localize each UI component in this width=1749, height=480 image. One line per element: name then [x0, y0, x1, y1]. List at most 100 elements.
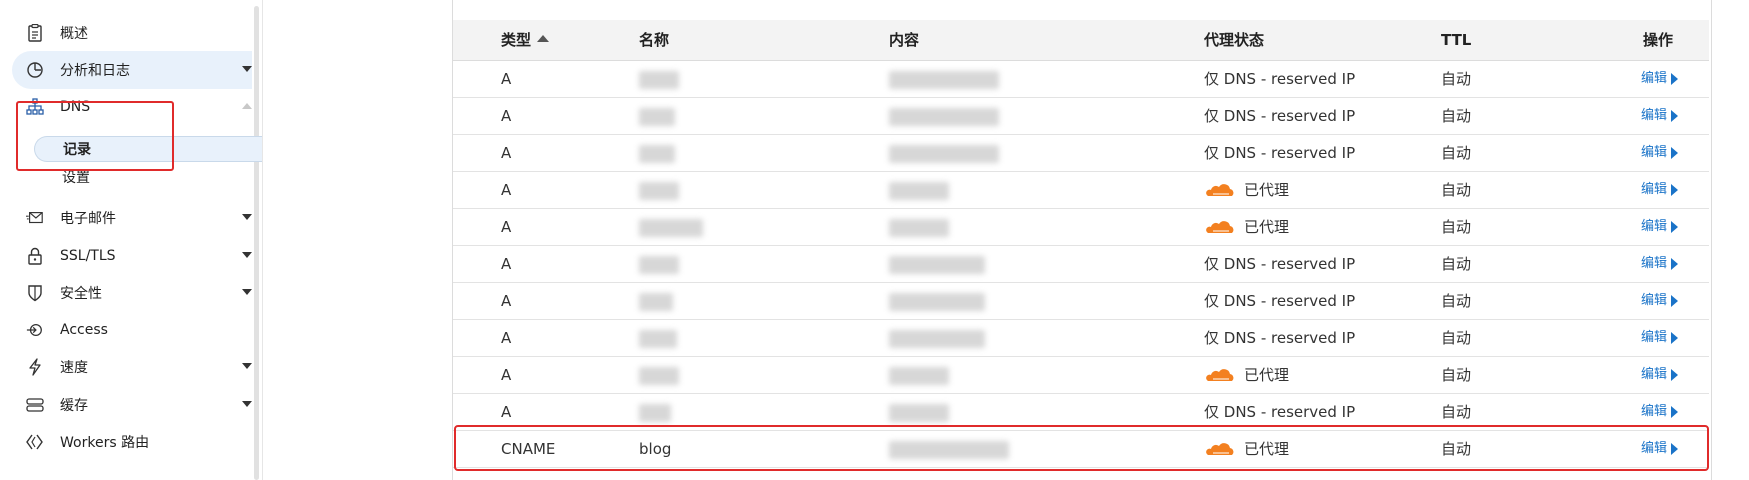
sidebar-item-email[interactable]: 电子邮件: [12, 199, 252, 237]
chevron-down-icon: [242, 363, 252, 369]
table-row[interactable]: A 仅 DNS - reserved IP 自动 编辑: [453, 135, 1709, 172]
record-type: A: [501, 292, 512, 310]
record-content: [889, 246, 985, 282]
record-type: A: [501, 181, 512, 199]
proxy-status-label: 仅 DNS - reserved IP: [1204, 403, 1356, 421]
edit-button[interactable]: 编辑: [1641, 357, 1679, 393]
edit-button[interactable]: 编辑: [1641, 394, 1679, 430]
column-header-name[interactable]: 名称: [639, 20, 669, 60]
edit-button[interactable]: 编辑: [1641, 172, 1679, 208]
edit-button[interactable]: 编辑: [1641, 61, 1679, 97]
record-type: A: [501, 329, 512, 347]
record-ttl: 自动: [1441, 218, 1472, 236]
pie-chart-icon: [26, 61, 44, 79]
sidebar-subitem-settings[interactable]: 设置: [34, 164, 262, 190]
proxy-status: 仅 DNS - reserved IP: [1204, 98, 1355, 134]
edit-button[interactable]: 编辑: [1641, 98, 1679, 134]
sidebar-item-dns[interactable]: DNS: [12, 88, 252, 126]
sidebar-item-access[interactable]: Access: [12, 311, 252, 349]
proxy-status-label: 仅 DNS - reserved IP: [1204, 107, 1356, 125]
chevron-down-icon: [242, 214, 252, 220]
record-ttl: 自动: [1441, 107, 1472, 125]
redacted-content: [889, 329, 985, 348]
redacted-content: [889, 144, 999, 163]
expand-arrow-icon: [1671, 221, 1679, 233]
workers-icon: [26, 433, 44, 451]
redacted-content: [889, 366, 949, 385]
edit-button-label: 编辑: [1641, 182, 1668, 197]
column-header-type[interactable]: 类型: [501, 20, 550, 60]
edit-button-label: 编辑: [1641, 330, 1668, 345]
edit-button[interactable]: 编辑: [1641, 246, 1679, 282]
table-row[interactable]: A 已代理 自动 编辑: [453, 209, 1709, 246]
sidebar-item-label: Workers 路由: [60, 435, 150, 451]
sidebar-item-cache[interactable]: 缓存: [12, 386, 252, 424]
edit-button[interactable]: 编辑: [1641, 283, 1679, 319]
record-type: A: [501, 70, 512, 88]
sidebar-subitem-records[interactable]: 记录: [34, 136, 262, 162]
sidebar-scrollbar[interactable]: [254, 6, 259, 480]
expand-arrow-icon: [1671, 295, 1679, 307]
redacted-name: [639, 329, 677, 348]
table-row[interactable]: A 仅 DNS - reserved IP 自动 编辑: [453, 98, 1709, 135]
expand-arrow-icon: [1671, 369, 1679, 381]
proxy-status: 仅 DNS - reserved IP: [1204, 320, 1355, 356]
sidebar-item-workers-routes[interactable]: Workers 路由: [12, 423, 252, 461]
proxy-status: 仅 DNS - reserved IP: [1204, 246, 1355, 282]
redacted-name: [639, 144, 675, 163]
table-row[interactable]: A 已代理 自动 编辑: [453, 357, 1709, 394]
sidebar-item-security[interactable]: 安全性: [12, 274, 252, 312]
proxy-status-label: 仅 DNS - reserved IP: [1204, 70, 1356, 88]
record-ttl: 自动: [1441, 329, 1472, 347]
edit-button[interactable]: 编辑: [1641, 320, 1679, 356]
proxy-status-label: 仅 DNS - reserved IP: [1204, 255, 1356, 273]
sidebar-item-speed[interactable]: 速度: [12, 348, 252, 386]
cloud-proxied-icon: [1206, 443, 1234, 455]
edit-button[interactable]: 编辑: [1641, 135, 1679, 171]
sidebar-item-label: 速度: [60, 360, 88, 376]
edit-button-label: 编辑: [1641, 256, 1668, 271]
redacted-name: [639, 366, 679, 385]
redacted-name: [639, 107, 675, 126]
column-header-ttl[interactable]: TTL: [1441, 20, 1471, 60]
record-ttl: 自动: [1441, 181, 1472, 199]
proxy-status: 已代理: [1204, 172, 1289, 208]
record-name-redaction: [639, 209, 703, 245]
table-row[interactable]: A 已代理 自动 编辑: [453, 172, 1709, 209]
redacted-content: [889, 181, 949, 200]
record-name-redaction: [639, 283, 673, 319]
column-header-proxy-status[interactable]: 代理状态: [1204, 20, 1264, 60]
edit-button-label: 编辑: [1641, 293, 1668, 308]
sort-ascending-icon: [537, 35, 550, 42]
sidebar-item-label: Access: [60, 322, 108, 338]
record-type: A: [501, 366, 512, 384]
expand-arrow-icon: [1671, 147, 1679, 159]
table-row[interactable]: CNAME blog 已代理 自动 编辑: [453, 431, 1709, 468]
table-row[interactable]: A 仅 DNS - reserved IP 自动 编辑: [453, 246, 1709, 283]
record-type: CNAME: [501, 440, 556, 458]
record-name-redaction: [639, 246, 679, 282]
redacted-name: [639, 255, 679, 274]
record-content: [889, 431, 1009, 467]
proxy-status: 已代理: [1204, 431, 1289, 467]
record-type: A: [501, 255, 512, 273]
edit-button-label: 编辑: [1641, 108, 1668, 123]
table-row[interactable]: A 仅 DNS - reserved IP 自动 编辑: [453, 394, 1709, 431]
record-content: [889, 135, 999, 171]
sidebar-item-label: 安全性: [60, 286, 102, 302]
table-row[interactable]: A 仅 DNS - reserved IP 自动 编辑: [453, 283, 1709, 320]
record-content: [889, 172, 949, 208]
lock-icon: [26, 247, 44, 265]
redacted-name: [639, 181, 679, 200]
edit-button[interactable]: 编辑: [1641, 209, 1679, 245]
sidebar-item-overview[interactable]: 概述: [12, 14, 252, 52]
edit-button-label: 编辑: [1641, 71, 1668, 86]
table-row[interactable]: A 仅 DNS - reserved IP 自动 编辑: [453, 61, 1709, 98]
sidebar-item-analytics[interactable]: 分析和日志: [12, 51, 252, 89]
cloud-proxied-icon: [1206, 221, 1234, 233]
table-row[interactable]: A 仅 DNS - reserved IP 自动 编辑: [453, 320, 1709, 357]
cloud-proxied-icon: [1206, 369, 1234, 381]
column-header-content[interactable]: 内容: [889, 20, 919, 60]
edit-button[interactable]: 编辑: [1641, 431, 1679, 467]
sidebar-item-ssl-tls[interactable]: SSL/TLS: [12, 237, 252, 275]
